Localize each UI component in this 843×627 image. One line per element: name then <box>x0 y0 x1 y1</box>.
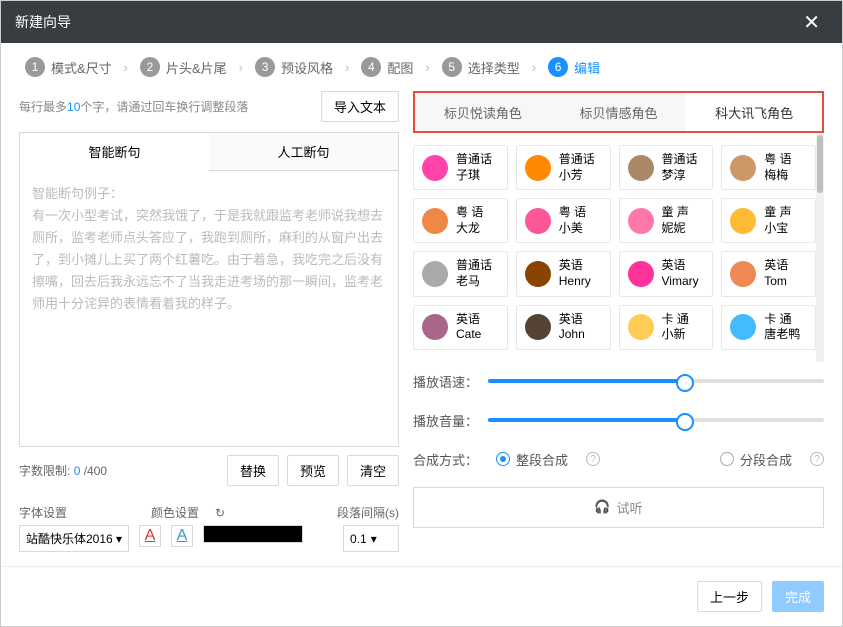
dialog-title: 新建向导 <box>15 12 795 32</box>
step-3[interactable]: 3预设风格 <box>255 57 333 77</box>
bg-color-button[interactable]: A <box>171 525 193 547</box>
avatar <box>628 314 654 340</box>
avatar <box>730 155 756 181</box>
step-5[interactable]: 5选择类型 <box>442 57 520 77</box>
step-1[interactable]: 1模式&尺寸 <box>25 57 112 77</box>
color-swatch[interactable] <box>203 525 303 543</box>
voice-option[interactable]: 粤 语大龙 <box>413 198 508 243</box>
text-color-button[interactable]: A <box>139 525 161 547</box>
voice-option[interactable]: 粤 语梅梅 <box>721 145 816 190</box>
headphones-icon: 🎧 <box>594 499 610 515</box>
role-tab[interactable]: 标贝悦读角色 <box>415 93 551 131</box>
voice-option[interactable]: 童 声妮妮 <box>619 198 714 243</box>
clear-button[interactable]: 清空 <box>347 455 399 486</box>
help-icon[interactable]: ? <box>810 452 824 466</box>
avatar <box>525 314 551 340</box>
step-2[interactable]: 2片头&片尾 <box>140 57 227 77</box>
speed-label: 播放语速： <box>413 372 478 391</box>
avatar <box>422 261 448 287</box>
radio-whole[interactable]: 整段合成 <box>496 450 568 469</box>
close-icon[interactable]: ✕ <box>795 6 828 39</box>
chevron-down-icon: ▾ <box>371 532 377 546</box>
gap-label: 段落间隔(s) <box>337 504 399 521</box>
wizard-steps: 1模式&尺寸 › 2片头&片尾 › 3预设风格 › 4配图 › 5选择类型 › 6编辑 <box>1 43 842 91</box>
chevron-right-icon: › <box>532 60 536 75</box>
step-6[interactable]: 6编辑 <box>548 57 600 77</box>
voice-option[interactable]: 普通话老马 <box>413 251 508 296</box>
chevron-right-icon: › <box>124 60 128 75</box>
font-select[interactable]: 站酷快乐体2016▾ <box>19 525 129 552</box>
role-tab[interactable]: 标贝情感角色 <box>551 93 687 131</box>
line-hint: 每行最多10个字，请通过回车换行调整段落 <box>19 98 313 115</box>
text-input[interactable]: 智能断句例子： 有一次小型考试，突然我饿了，于是我就跟监考老师说我想去厕所，监考… <box>19 171 399 447</box>
synth-label: 合成方式： <box>413 450 478 469</box>
refresh-icon[interactable]: ↻ <box>215 506 225 520</box>
char-count: 字数限制: 0 /400 <box>19 462 219 479</box>
avatar <box>525 208 551 234</box>
gap-select[interactable]: 0.1▾ <box>343 525 399 552</box>
voice-scrollbar[interactable] <box>816 133 824 362</box>
avatar <box>730 314 756 340</box>
role-tab[interactable]: 科大讯飞角色 <box>686 93 822 131</box>
voice-option[interactable]: 卡 通小新 <box>619 305 714 350</box>
avatar <box>422 208 448 234</box>
voice-option[interactable]: 普通话子琪 <box>413 145 508 190</box>
voice-option[interactable]: 粤 语小美 <box>516 198 611 243</box>
avatar <box>628 155 654 181</box>
listen-button[interactable]: 🎧 试听 <box>413 487 824 528</box>
speed-slider[interactable] <box>488 379 824 383</box>
volume-slider[interactable] <box>488 418 824 422</box>
voice-option[interactable]: 英语Vimary <box>619 251 714 296</box>
voice-option[interactable]: 普通话梦淳 <box>619 145 714 190</box>
radio-segment[interactable]: 分段合成 <box>720 450 792 469</box>
replace-button[interactable]: 替换 <box>227 455 279 486</box>
avatar <box>525 155 551 181</box>
avatar <box>422 155 448 181</box>
avatar <box>525 261 551 287</box>
voice-option[interactable]: 普通话小芳 <box>516 145 611 190</box>
avatar <box>730 261 756 287</box>
chevron-right-icon: › <box>345 60 349 75</box>
prev-button[interactable]: 上一步 <box>697 581 762 612</box>
avatar <box>422 314 448 340</box>
avatar <box>730 208 756 234</box>
voice-option[interactable]: 英语Tom <box>721 251 816 296</box>
voice-option[interactable]: 英语Henry <box>516 251 611 296</box>
avatar <box>628 261 654 287</box>
step-4[interactable]: 4配图 <box>361 57 413 77</box>
import-text-button[interactable]: 导入文本 <box>321 91 399 122</box>
chevron-right-icon: › <box>425 60 429 75</box>
voice-option[interactable]: 英语John <box>516 305 611 350</box>
help-icon[interactable]: ? <box>586 452 600 466</box>
chevron-down-icon: ▾ <box>116 532 122 546</box>
avatar <box>628 208 654 234</box>
volume-label: 播放音量： <box>413 411 478 430</box>
font-label: 字体设置 <box>19 504 67 521</box>
color-label: 颜色设置 <box>151 504 199 521</box>
voice-option[interactable]: 卡 通唐老鸭 <box>721 305 816 350</box>
preview-button[interactable]: 预览 <box>287 455 339 486</box>
chevron-right-icon: › <box>239 60 243 75</box>
done-button[interactable]: 完成 <box>772 581 824 612</box>
voice-option[interactable]: 童 声小宝 <box>721 198 816 243</box>
tab-smart-split[interactable]: 智能断句 <box>20 133 209 171</box>
voice-option[interactable]: 英语Cate <box>413 305 508 350</box>
tab-manual-split[interactable]: 人工断句 <box>209 133 398 171</box>
